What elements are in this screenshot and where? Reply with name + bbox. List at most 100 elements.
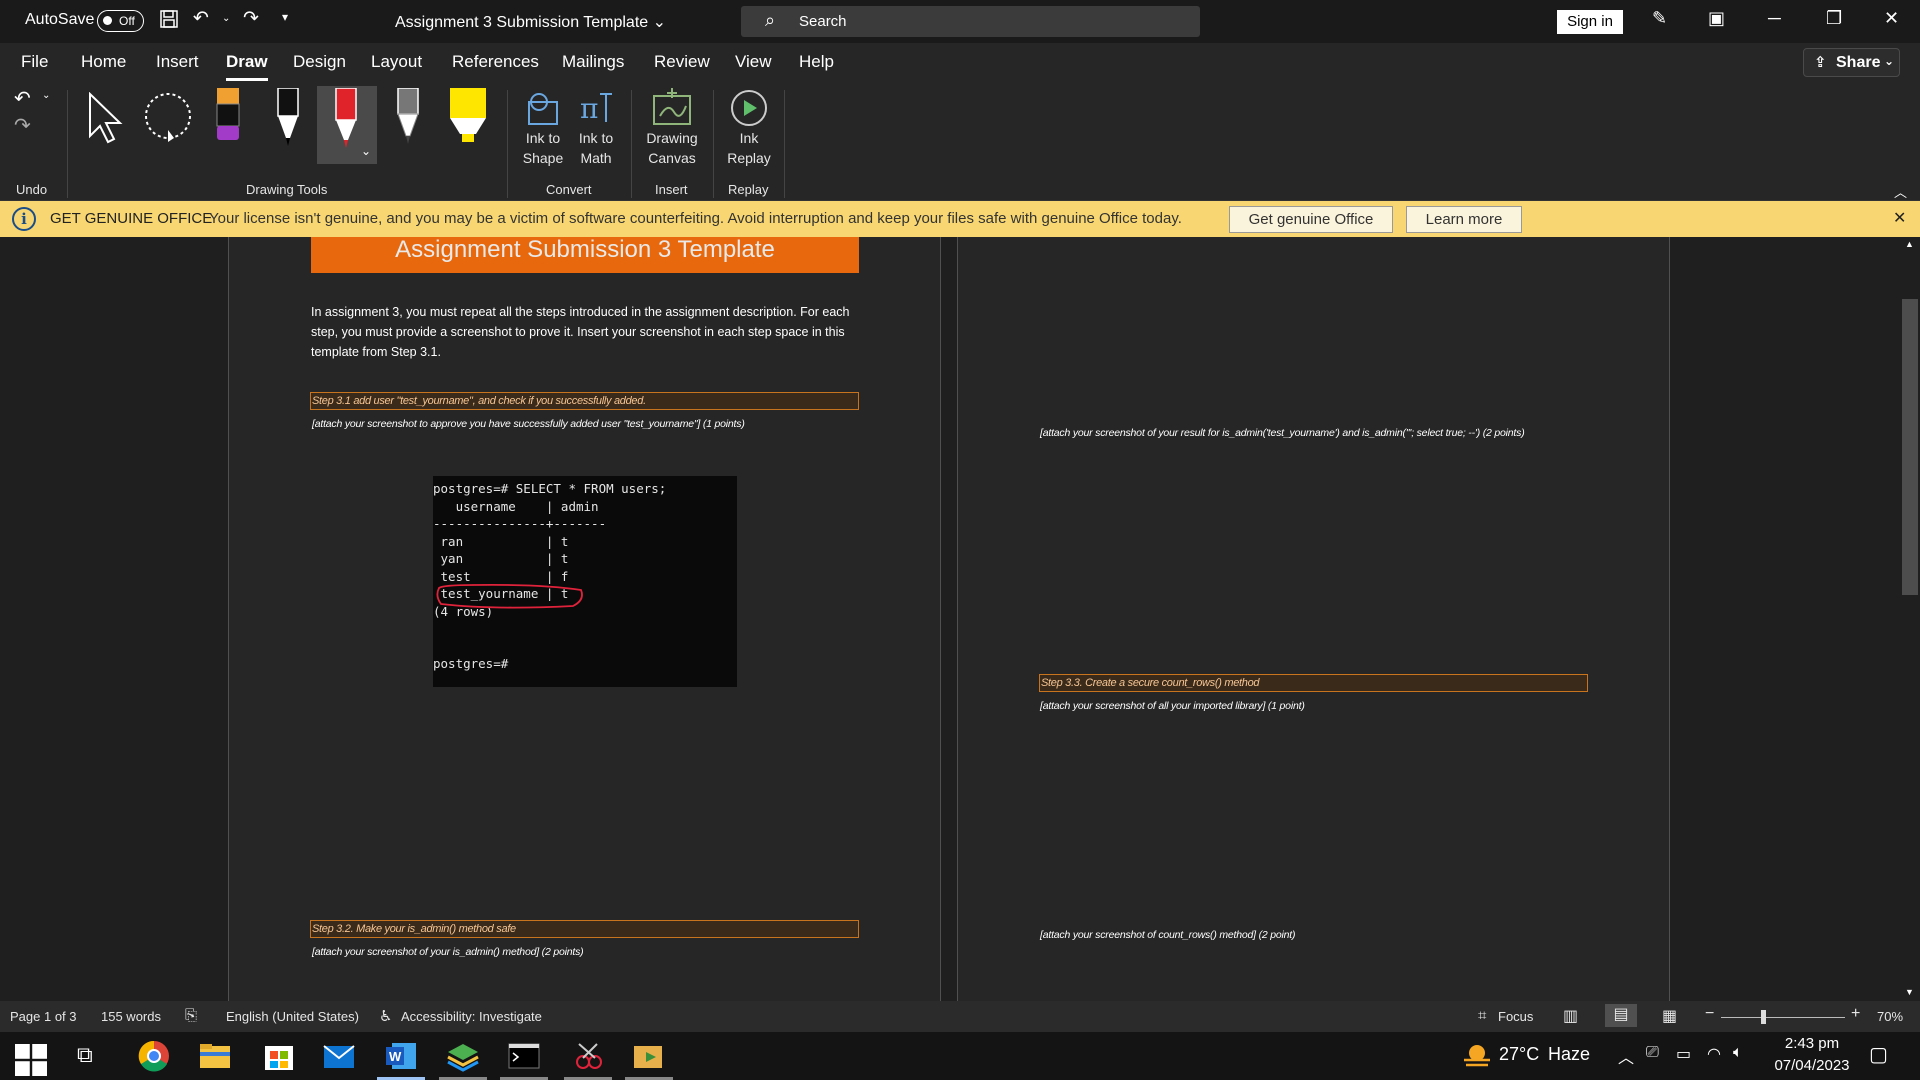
file-explorer-icon[interactable]: [198, 1040, 232, 1072]
restore-icon[interactable]: ❐: [1826, 8, 1842, 29]
app-folder-icon[interactable]: [632, 1040, 666, 1072]
highlighter-icon[interactable]: [448, 88, 488, 151]
zoom-slider[interactable]: [1721, 1017, 1845, 1018]
get-genuine-office-button[interactable]: Get genuine Office: [1229, 206, 1393, 233]
terminal-screenshot: postgres=# SELECT * FROM users; username…: [433, 476, 737, 687]
tab-references[interactable]: References: [452, 52, 539, 72]
tab-layout[interactable]: Layout: [371, 52, 422, 72]
search-icon: ⌕: [765, 10, 776, 30]
lasso-select-icon[interactable]: [142, 90, 198, 151]
ribbon-undo-icon[interactable]: ↶: [14, 86, 31, 111]
focus-icon[interactable]: ⌗: [1478, 1007, 1486, 1024]
ink-replay-button[interactable]: Ink Replay: [722, 88, 776, 176]
language[interactable]: English (United States): [226, 1009, 359, 1024]
share-dropdown-icon: ⌄: [1884, 54, 1895, 68]
select-cursor-icon[interactable]: [86, 91, 126, 149]
proofing-icon[interactable]: ⎘: [185, 1007, 197, 1024]
learn-more-button[interactable]: Learn more: [1406, 206, 1522, 233]
tab-mailings[interactable]: Mailings: [562, 52, 624, 72]
zoom-slider-handle[interactable]: [1761, 1010, 1766, 1024]
customize-toolbar-icon[interactable]: ▾: [282, 10, 288, 24]
tab-review[interactable]: Review: [654, 52, 710, 72]
tab-insert[interactable]: Insert: [156, 52, 199, 72]
snipping-tool-icon[interactable]: [571, 1040, 605, 1072]
tab-draw[interactable]: Draw: [226, 52, 268, 81]
pen-icon[interactable]: ✎: [1652, 8, 1667, 29]
ribbon-redo-icon[interactable]: ↷: [14, 113, 31, 138]
undo-icon[interactable]: ↶: [193, 7, 209, 30]
ribbon-undo-dropdown-icon[interactable]: ⌄: [42, 90, 50, 101]
collapse-ribbon-icon[interactable]: ︿: [1894, 182, 1907, 201]
red-pen-button[interactable]: ⌄: [317, 86, 377, 164]
notifications-icon[interactable]: ▢: [1869, 1042, 1888, 1067]
tab-view[interactable]: View: [735, 52, 772, 72]
undo-dropdown-icon[interactable]: ⌄: [222, 13, 230, 24]
tab-help[interactable]: Help: [799, 52, 834, 72]
black-pen-icon[interactable]: [274, 87, 302, 153]
group-label-insert: Insert: [655, 182, 688, 197]
volume-icon[interactable]: 🔈︎: [1733, 1044, 1743, 1062]
terminal-icon[interactable]: [507, 1040, 541, 1072]
scrollbar-thumb[interactable]: [1902, 299, 1918, 595]
minimize-icon[interactable]: ─: [1768, 8, 1781, 29]
zoom-level[interactable]: 70%: [1877, 1009, 1903, 1024]
close-icon[interactable]: ✕: [1884, 8, 1899, 29]
mail-icon[interactable]: [322, 1040, 356, 1072]
task-view-icon[interactable]: ⧉: [77, 1042, 111, 1074]
document-title[interactable]: Assignment 3 Submission Template ⌄: [395, 12, 666, 32]
word-count[interactable]: 155 words: [101, 1009, 161, 1024]
clock-date[interactable]: 07/04/2023: [1768, 1057, 1856, 1074]
terminal-output: postgres=# SELECT * FROM users; username…: [433, 481, 667, 671]
scroll-up-icon[interactable]: ▲: [1905, 239, 1914, 249]
ink-replay-icon: [731, 90, 767, 126]
weather-temp[interactable]: 27°C: [1499, 1044, 1539, 1065]
redo-icon[interactable]: ↷: [243, 7, 259, 30]
tab-home[interactable]: Home: [81, 52, 126, 72]
zoom-out-icon[interactable]: −: [1705, 1005, 1714, 1023]
accessibility-icon[interactable]: ♿: [379, 1007, 392, 1025]
wifi-icon[interactable]: ◠: [1707, 1044, 1721, 1064]
ink-to-shape-button[interactable]: Ink to Shape: [518, 88, 568, 176]
layers-app-icon[interactable]: [446, 1040, 480, 1072]
ribbon-display-icon[interactable]: ▣: [1708, 8, 1725, 29]
close-bar-icon[interactable]: ✕: [1893, 208, 1906, 228]
scroll-down-icon[interactable]: ▼: [1905, 987, 1914, 997]
eraser-pen-icon[interactable]: [214, 88, 242, 151]
ribbon-separator: [67, 90, 68, 198]
save-icon[interactable]: [159, 9, 179, 35]
sign-in-button[interactable]: Sign in: [1557, 10, 1623, 34]
zoom-in-icon[interactable]: +: [1851, 1005, 1860, 1023]
share-button[interactable]: ⇪ Share ⌄: [1803, 48, 1900, 77]
focus-label[interactable]: Focus: [1498, 1009, 1533, 1024]
pencil-icon[interactable]: [394, 87, 422, 153]
ink-replay-label-1: Ink: [739, 130, 759, 146]
page-count[interactable]: Page 1 of 3: [10, 1009, 77, 1024]
drawing-canvas-button[interactable]: Drawing Canvas: [638, 88, 706, 176]
tray-chevron-icon[interactable]: ︿: [1618, 1044, 1634, 1068]
web-layout-icon[interactable]: ▦: [1662, 1006, 1677, 1026]
clock-time[interactable]: 2:43 pm: [1780, 1035, 1844, 1052]
meet-now-icon[interactable]: ⎚: [1646, 1044, 1659, 1062]
word-icon[interactable]: W: [384, 1040, 418, 1072]
weather-haze-icon[interactable]: [1460, 1040, 1494, 1072]
tab-file[interactable]: File: [21, 52, 48, 72]
windows-start-icon[interactable]: [14, 1044, 48, 1076]
accessibility-status[interactable]: Accessibility: Investigate: [401, 1009, 542, 1024]
battery-icon[interactable]: ▭: [1676, 1044, 1691, 1064]
chrome-icon[interactable]: [137, 1040, 171, 1072]
share-label: Share: [1836, 54, 1881, 71]
taskbar: ⧉ W 27°C Haze ︿ ⎚ ▭ ◠ 🔈︎ 2:43 pm 07/04/2…: [0, 1032, 1920, 1080]
weather-desc[interactable]: Haze: [1548, 1044, 1590, 1065]
tab-design[interactable]: Design: [293, 52, 346, 72]
store-icon[interactable]: [262, 1040, 296, 1072]
ribbon-separator: [631, 90, 632, 198]
print-layout-icon[interactable]: ▤: [1605, 1004, 1637, 1027]
vertical-scrollbar[interactable]: ▲ ▼: [1900, 237, 1920, 1001]
autosave-toggle[interactable]: Off: [97, 10, 144, 32]
ribbon-separator: [507, 90, 508, 198]
search-box[interactable]: ⌕ Search: [741, 6, 1200, 37]
group-label-convert: Convert: [546, 182, 592, 197]
document-banner: Assignment Submission 3 Template: [311, 237, 859, 273]
ink-to-math-button[interactable]: π Ink to Math: [571, 88, 621, 176]
read-mode-icon[interactable]: ▥: [1563, 1006, 1578, 1026]
